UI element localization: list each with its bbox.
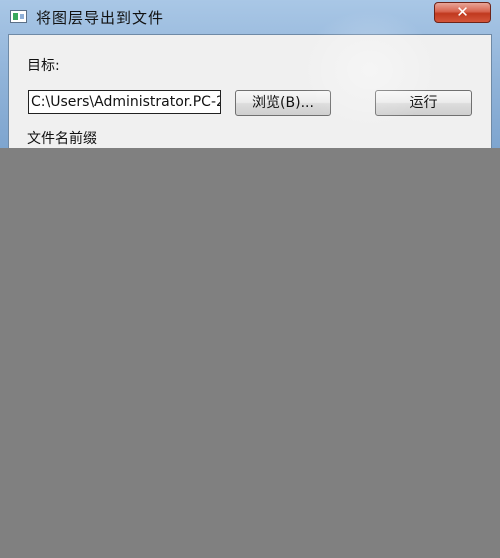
gray-overlay: [0, 148, 500, 558]
dialog-body: 目标: C:\Users\Administrator.PC-2 浏览(B)...…: [8, 34, 492, 148]
close-button[interactable]: ✕: [434, 2, 491, 23]
browse-button[interactable]: 浏览(B)...: [235, 90, 331, 116]
export-layers-dialog: 将图层导出到文件 ✕ 目标: C:\Users\Administrator.PC…: [0, 0, 500, 148]
window-title: 将图层导出到文件: [36, 9, 165, 27]
target-label: 目标:: [27, 58, 60, 74]
close-icon: ✕: [456, 3, 469, 21]
run-button[interactable]: 运行: [375, 90, 472, 116]
app-icon: [10, 10, 27, 23]
target-path-input[interactable]: C:\Users\Administrator.PC-2: [28, 90, 221, 114]
filename-prefix-label: 文件名前缀: [27, 131, 97, 147]
title-bar[interactable]: 将图层导出到文件 ✕: [0, 0, 500, 34]
